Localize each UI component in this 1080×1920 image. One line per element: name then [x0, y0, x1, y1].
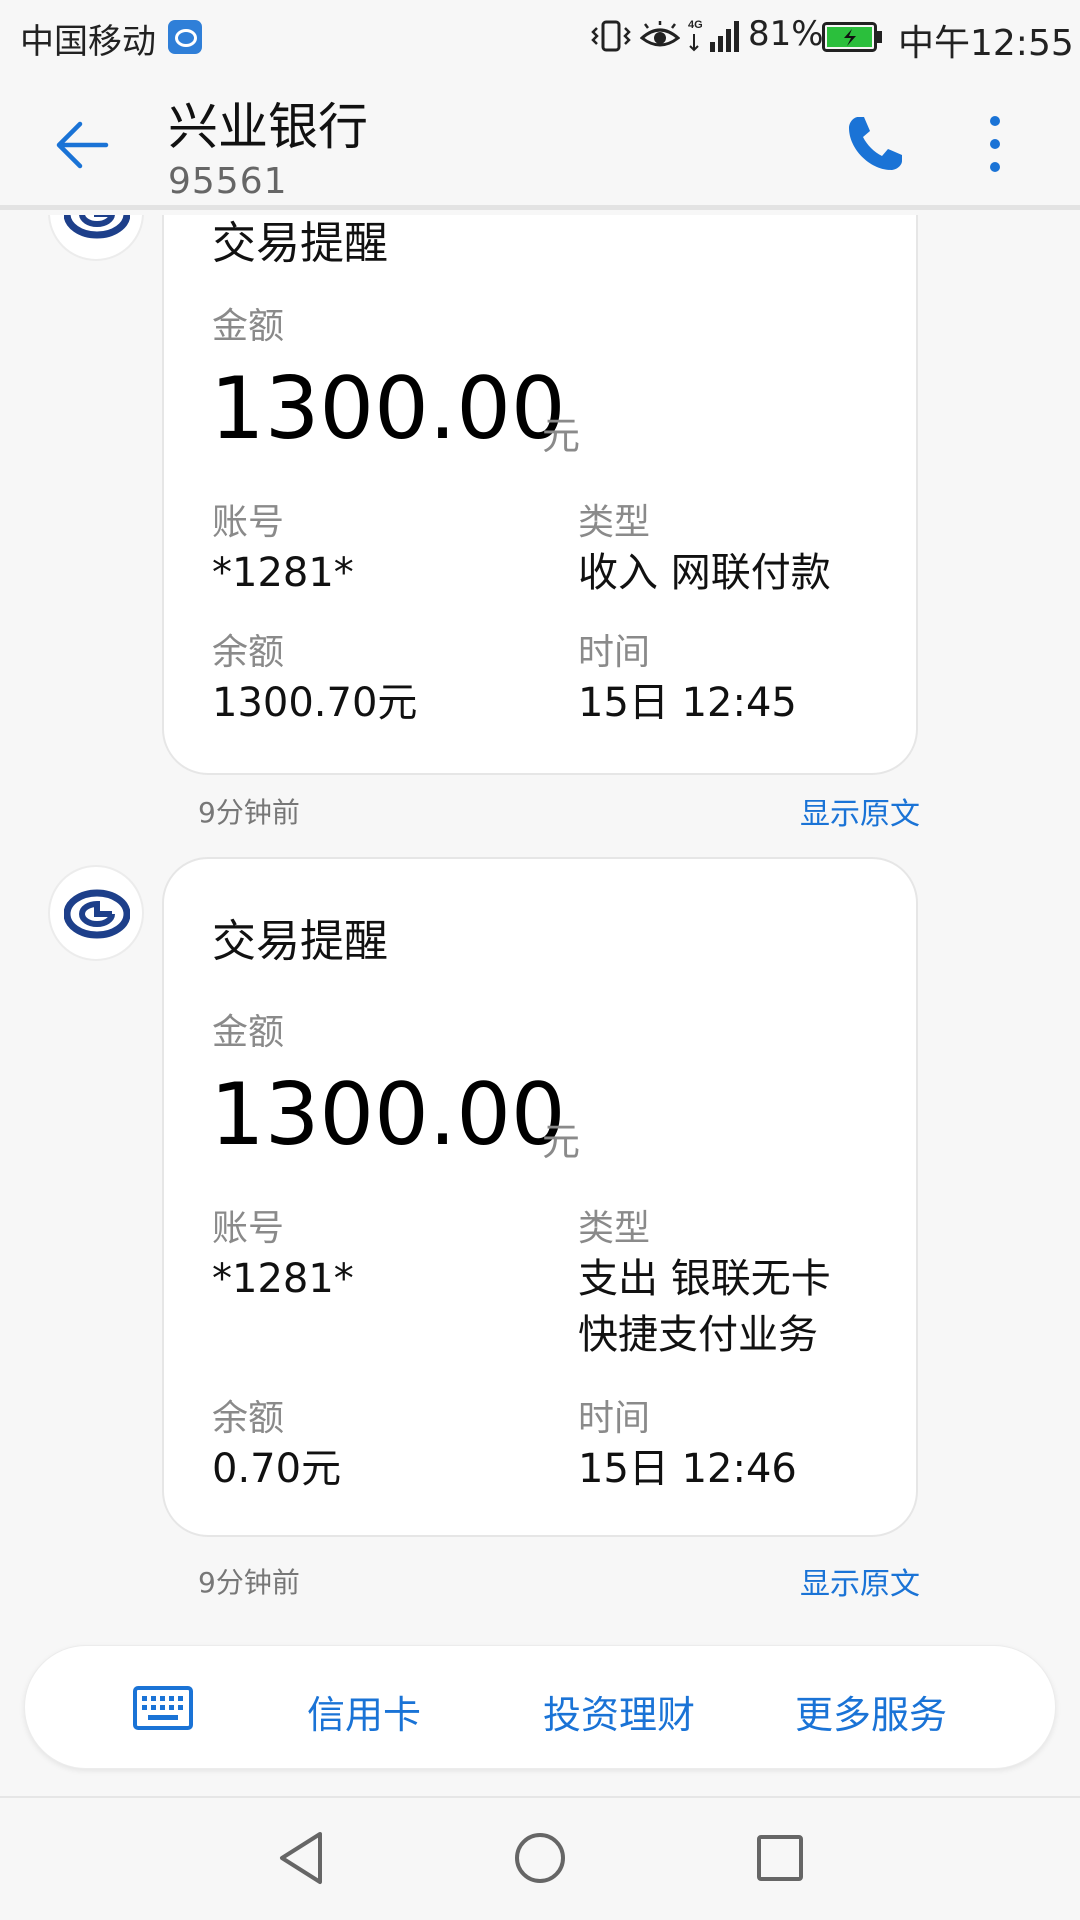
type-value-line-2: 快捷支付业务	[578, 1312, 818, 1358]
type-value-line-1: 支出 银联无卡	[578, 1256, 831, 1302]
clock: 中午12:55	[898, 23, 1074, 64]
vibrate-icon	[591, 20, 631, 52]
account-value: *1281*	[212, 1256, 354, 1302]
type-label: 类型	[578, 1208, 651, 1249]
nav-recent-icon[interactable]	[756, 1834, 804, 1882]
transaction-card[interactable]: 交易提醒 金额 1300.00 元 账号 *1281* 类型 收入 网联付款 余…	[162, 215, 918, 775]
amount-value: 1300.00	[210, 1065, 566, 1165]
battery-charging-icon	[822, 22, 882, 52]
received-ago: 9分钟前	[198, 1566, 300, 1599]
transaction-card[interactable]: 交易提醒 金额 1300.00 元 账号 *1281* 类型 支出 银联无卡 快…	[162, 857, 918, 1537]
investment-button[interactable]: 投资理财	[543, 1684, 695, 1739]
contact-name: 兴业银行	[168, 98, 368, 156]
bank-logo-icon	[64, 215, 130, 239]
show-original-link[interactable]: 显示原文	[800, 789, 920, 833]
time-label: 时间	[578, 1398, 651, 1439]
bank-logo-icon	[64, 889, 130, 939]
carrier-name: 中国移动	[20, 22, 156, 62]
balance-value: 1300.70元	[212, 680, 418, 726]
contact-number: 95561	[168, 161, 288, 202]
show-original-link[interactable]: 显示原文	[800, 1559, 920, 1603]
phone-icon[interactable]	[844, 113, 906, 175]
more-vertical-icon[interactable]	[980, 111, 1010, 177]
system-nav-bar	[0, 1796, 1080, 1920]
signal-4g-icon: 4G	[688, 19, 739, 52]
more-services-button[interactable]: 更多服务	[795, 1684, 947, 1739]
screen: 中国移动 4G 81% 中午12:55 兴业银行 95561 交易提醒 金额 1…	[0, 0, 1080, 1920]
type-value: 收入 网联付款	[578, 550, 831, 596]
amount-unit: 元	[542, 1120, 581, 1164]
card-title: 交易提醒	[212, 916, 388, 967]
account-value: *1281*	[212, 550, 354, 596]
nav-back-icon[interactable]	[276, 1830, 326, 1886]
account-label: 账号	[212, 1208, 285, 1249]
balance-value: 0.70元	[212, 1446, 342, 1492]
svg-text:4G: 4G	[688, 19, 703, 31]
carrier-app-icon	[168, 20, 202, 54]
conversation-header: 兴业银行 95561	[0, 75, 1080, 210]
balance-label: 余额	[212, 632, 285, 673]
received-ago: 9分钟前	[198, 796, 300, 829]
amount-label: 金额	[212, 306, 285, 347]
bank-avatar	[48, 865, 144, 961]
time-value: 15日 12:45	[578, 680, 797, 726]
amount-value: 1300.00	[210, 359, 566, 459]
nav-home-icon[interactable]	[514, 1832, 566, 1884]
amount-unit: 元	[542, 414, 581, 458]
keyboard-icon[interactable]	[133, 1686, 193, 1730]
eye-icon	[640, 21, 680, 47]
account-label: 账号	[212, 502, 285, 543]
balance-label: 余额	[212, 1398, 285, 1439]
back-arrow-icon[interactable]	[52, 115, 112, 175]
bank-avatar	[48, 215, 144, 261]
message-list[interactable]: 交易提醒 金额 1300.00 元 账号 *1281* 类型 收入 网联付款 余…	[0, 215, 1080, 1635]
card-title: 交易提醒	[212, 218, 388, 269]
credit-card-button[interactable]: 信用卡	[307, 1684, 421, 1739]
time-value: 15日 12:46	[578, 1446, 797, 1492]
type-label: 类型	[578, 502, 651, 543]
battery-percent: 81%	[748, 14, 824, 54]
amount-label: 金额	[212, 1012, 285, 1053]
time-label: 时间	[578, 632, 651, 673]
quick-action-bar: 信用卡 投资理财 更多服务	[24, 1645, 1056, 1769]
status-bar: 中国移动 4G 81% 中午12:55	[0, 0, 1080, 75]
